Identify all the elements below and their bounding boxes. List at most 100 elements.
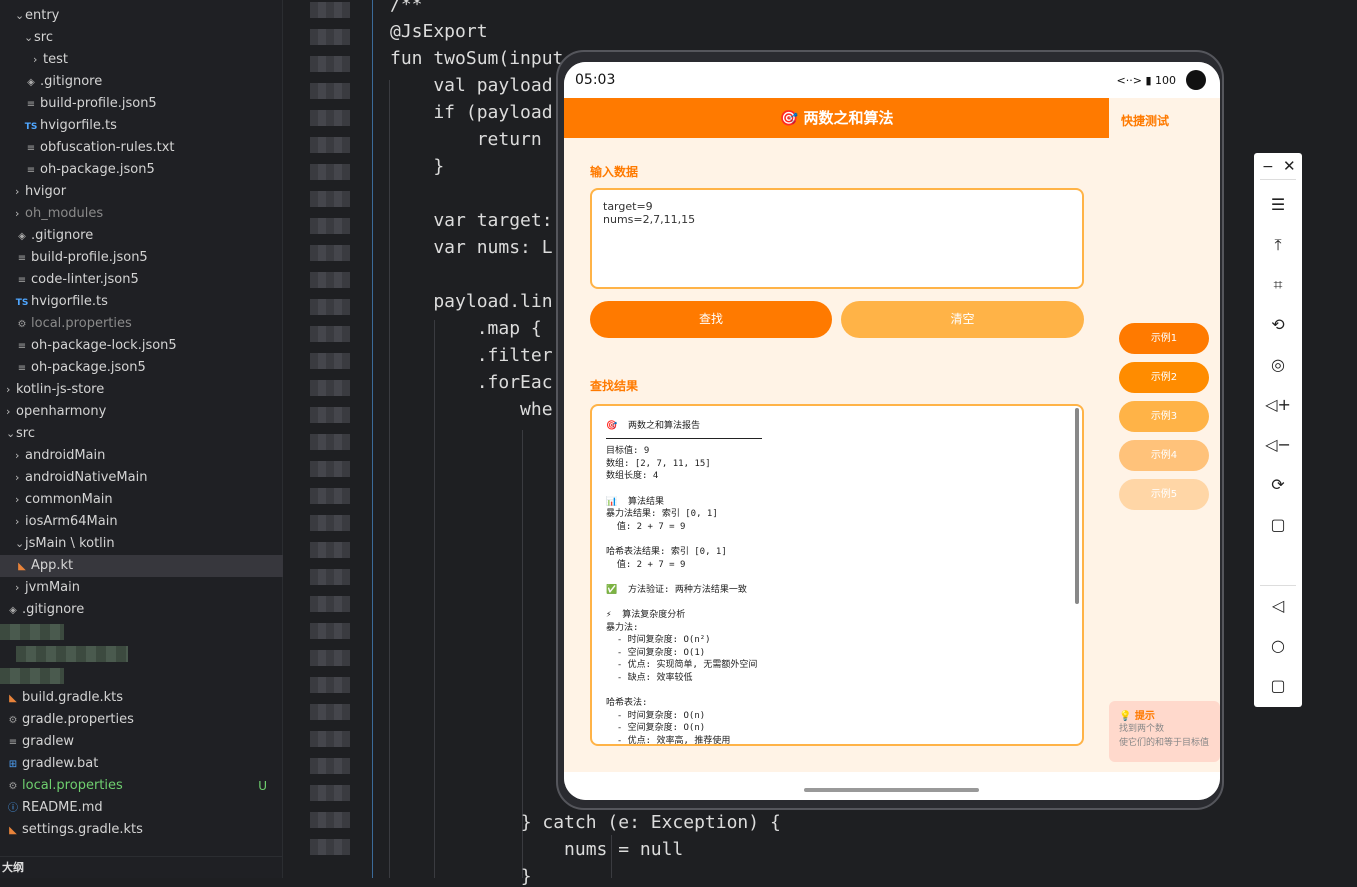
tree-item[interactable]: ◣settings.gradle.kts — [0, 819, 283, 841]
move-top-icon[interactable]: ⤒ — [1254, 230, 1302, 260]
example-button-5[interactable]: 示例5 — [1119, 479, 1209, 510]
camera-hole — [1186, 70, 1206, 90]
tree-item-label: openharmony — [16, 404, 106, 419]
tree-item[interactable]: ›commonMain — [0, 489, 283, 511]
tree-item[interactable]: ⌄entry — [0, 5, 283, 27]
chevron-right-icon[interactable]: › — [6, 379, 16, 401]
chevron-right-icon[interactable]: › — [33, 49, 43, 71]
chevron-down-icon[interactable]: ⌄ — [6, 423, 16, 445]
code-line[interactable]: payload.lin — [390, 291, 553, 312]
code-line[interactable]: @JsExport — [390, 21, 488, 42]
code-line[interactable]: var nums: L — [390, 237, 553, 258]
tree-item[interactable]: ⌄src — [0, 423, 283, 445]
tree-item[interactable]: ≡code-linter.json5 — [0, 269, 283, 291]
code-line[interactable]: } — [434, 866, 532, 887]
chevron-down-icon[interactable]: ⌄ — [15, 533, 25, 555]
tree-item[interactable]: ≡gradlew — [0, 731, 283, 753]
tree-item[interactable]: ◈.gitignore — [0, 225, 283, 247]
line-number-gutter — [284, 0, 372, 878]
clear-button[interactable]: 清空 — [841, 301, 1084, 338]
result-scrollbar[interactable] — [1075, 408, 1079, 604]
volume-down-icon[interactable]: ◁− — [1254, 430, 1302, 460]
code-line[interactable]: } — [390, 156, 444, 177]
tree-item[interactable]: ›iosArm64Main — [0, 511, 283, 533]
chevron-right-icon[interactable]: › — [15, 489, 25, 511]
chevron-right-icon[interactable]: › — [6, 401, 16, 423]
emulator-screen[interactable]: 05:03 <··> ▮ 100 🎯 两数之和算法 输入数据 target=9 … — [564, 62, 1220, 800]
tree-item[interactable]: ≡oh-package-lock.json5 — [0, 335, 283, 357]
tree-item[interactable]: ›openharmony — [0, 401, 283, 423]
code-line[interactable]: whe — [390, 399, 553, 420]
chevron-right-icon[interactable]: › — [15, 511, 25, 533]
tree-item-redacted[interactable] — [0, 643, 283, 665]
screenshot-icon[interactable]: ◎ — [1254, 350, 1302, 380]
example-button-4[interactable]: 示例4 — [1119, 440, 1209, 471]
tree-item[interactable]: ›test — [0, 49, 283, 71]
minimize-icon[interactable]: − — [1262, 159, 1274, 175]
tree-item[interactable]: ◈.gitignore — [0, 71, 283, 93]
outline-panel-header[interactable]: 大纲 — [0, 856, 283, 878]
tree-item-redacted[interactable] — [0, 621, 283, 643]
tree-item[interactable]: ◈.gitignore — [0, 599, 283, 621]
code-line[interactable]: .forEac — [390, 372, 553, 393]
tree-item-label: build-profile.json5 — [31, 250, 148, 265]
input-textarea[interactable]: target=9 nums=2,7,11,15 — [590, 188, 1084, 289]
example-button-3[interactable]: 示例3 — [1119, 401, 1209, 432]
chevron-right-icon[interactable]: › — [15, 181, 25, 203]
chevron-right-icon[interactable]: › — [15, 467, 25, 489]
find-button[interactable]: 查找 — [590, 301, 832, 338]
rotate-screen-icon[interactable]: ⟳ — [1254, 470, 1302, 500]
tree-item[interactable]: ⚙local.propertiesU — [0, 775, 283, 797]
tree-item[interactable]: ›androidMain — [0, 445, 283, 467]
recents-icon[interactable]: ▢ — [1254, 671, 1302, 701]
code-line[interactable]: .map { — [390, 318, 542, 339]
tree-item[interactable]: ⊞gradlew.bat — [0, 753, 283, 775]
tree-item[interactable]: ≡oh-package.json5 — [0, 159, 283, 181]
rotate-icon[interactable]: ⟲ — [1254, 310, 1302, 340]
code-line[interactable]: var target: — [390, 210, 553, 231]
result-output-box[interactable]: 🎯 两数之和算法报告 目标值: 9 数组: [2, 7, 11, 15] 数组长… — [590, 404, 1084, 746]
close-icon[interactable]: ✕ — [1283, 157, 1296, 175]
chevron-down-icon[interactable]: ⌄ — [24, 27, 34, 49]
chevron-down-icon[interactable]: ⌄ — [15, 5, 25, 27]
tree-item-redacted[interactable] — [0, 665, 283, 687]
tree-item[interactable]: TShvigorfile.ts — [0, 115, 283, 137]
crop-icon[interactable]: ⌗ — [1254, 270, 1302, 300]
tree-item[interactable]: ›jvmMain — [0, 577, 283, 599]
menu-icon[interactable]: ☰ — [1254, 190, 1302, 220]
code-line[interactable]: } catch (e: Exception) { — [434, 812, 781, 833]
tree-item[interactable]: ⌄src — [0, 27, 283, 49]
tree-item[interactable]: ≡build-profile.json5 — [0, 247, 283, 269]
example-button-2[interactable]: 示例2 — [1119, 362, 1209, 393]
square-icon[interactable]: ▢ — [1254, 510, 1302, 540]
chevron-right-icon[interactable]: › — [15, 203, 25, 225]
tree-item[interactable]: ⌄jsMain \ kotlin — [0, 533, 283, 555]
tree-item[interactable]: ◣App.kt — [0, 555, 283, 577]
tree-item[interactable]: ⚙local.properties — [0, 313, 283, 335]
home-icon[interactable]: ○ — [1254, 631, 1302, 661]
code-line[interactable]: .filter — [390, 345, 553, 366]
tree-item[interactable]: ◣build.gradle.kts — [0, 687, 283, 709]
code-line[interactable]: nums = null — [434, 839, 683, 860]
code-line[interactable]: fun twoSum(input — [390, 48, 563, 69]
chevron-right-icon[interactable]: › — [15, 577, 25, 599]
tree-item[interactable]: ⓘREADME.md — [0, 797, 283, 819]
tree-item[interactable]: ›hvigor — [0, 181, 283, 203]
tree-item[interactable]: TShvigorfile.ts — [0, 291, 283, 313]
tree-item[interactable]: ≡obfuscation-rules.txt — [0, 137, 283, 159]
tree-item[interactable]: ›oh_modules — [0, 203, 283, 225]
back-icon[interactable]: ◁ — [1254, 591, 1302, 621]
tree-item[interactable]: ›kotlin-js-store — [0, 379, 283, 401]
code-line[interactable]: val payload — [390, 75, 553, 96]
tree-item[interactable]: ≡build-profile.json5 — [0, 93, 283, 115]
volume-up-icon[interactable]: ◁+ — [1254, 390, 1302, 420]
tree-item[interactable]: ≡oh-package.json5 — [0, 357, 283, 379]
code-line[interactable]: if (payload — [390, 102, 553, 123]
example-button-1[interactable]: 示例1 — [1119, 323, 1209, 354]
tree-item[interactable]: ⚙gradle.properties — [0, 709, 283, 731]
code-line[interactable]: /** — [390, 0, 423, 15]
tree-item[interactable]: ›androidNativeMain — [0, 467, 283, 489]
code-line[interactable]: return — [390, 129, 542, 150]
home-indicator[interactable] — [804, 788, 979, 792]
chevron-right-icon[interactable]: › — [15, 445, 25, 467]
